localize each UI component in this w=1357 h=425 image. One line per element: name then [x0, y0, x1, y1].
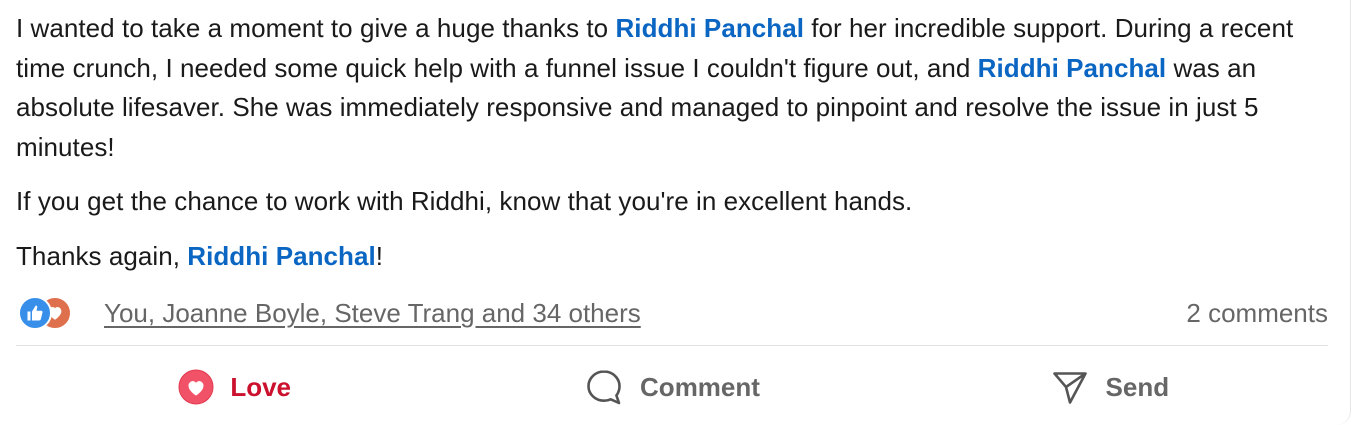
post-text: If you get the chance to work with Riddh… — [16, 186, 913, 216]
love-icon — [178, 369, 214, 405]
post-actions-bar: Love Comment Send — [16, 352, 1328, 422]
post-body: I wanted to take a moment to give a huge… — [16, 9, 1336, 276]
post-text: Thanks again, — [16, 240, 188, 271]
post-paragraph: I wanted to take a moment to give a huge… — [16, 9, 1336, 167]
mention-link[interactable]: Riddhi Panchal — [615, 13, 804, 43]
comment-button-label: Comment — [640, 371, 760, 402]
comment-icon — [584, 367, 624, 407]
send-icon — [1050, 367, 1090, 407]
mention-link[interactable]: Riddhi Panchal — [187, 241, 376, 271]
reactors-link[interactable]: You, Joanne Boyle, Steve Trang and 34 ot… — [104, 293, 641, 333]
comments-count-link[interactable]: 2 comments — [1186, 293, 1328, 333]
comment-button[interactable]: Comment — [453, 352, 890, 422]
mention-link[interactable]: Riddhi Panchal — [978, 53, 1167, 83]
post-text: I wanted to take a moment to give a huge… — [16, 13, 616, 43]
like-reaction-icon — [18, 296, 52, 330]
post-card: I wanted to take a moment to give a huge… — [0, 0, 1351, 425]
social-counts-bar: You, Joanne Boyle, Steve Trang and 34 ot… — [18, 293, 1328, 333]
send-button-label: Send — [1105, 371, 1170, 402]
post-paragraph: If you get the chance to work with Riddh… — [16, 182, 1336, 222]
divider — [16, 345, 1328, 346]
love-button-label: Love — [230, 371, 291, 402]
post-text: ! — [375, 240, 384, 271]
reaction-icons[interactable] — [18, 296, 98, 330]
send-button[interactable]: Send — [891, 352, 1328, 422]
post-paragraph: Thanks again, Riddhi Panchal! — [16, 237, 1336, 277]
love-button[interactable]: Love — [16, 352, 453, 422]
